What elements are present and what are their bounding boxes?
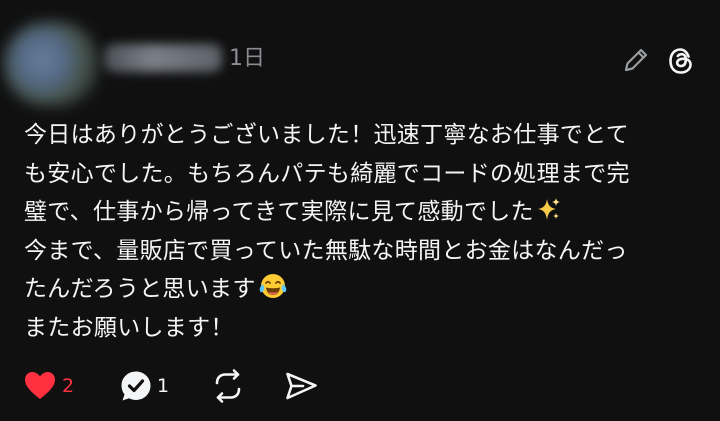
share-icon[interactable] bbox=[281, 366, 321, 406]
post-text-line: たんだろうと思います bbox=[24, 270, 700, 309]
heart-icon[interactable] bbox=[20, 366, 60, 406]
post-text-line: またお願いします！ bbox=[24, 314, 234, 341]
pencil-icon[interactable] bbox=[620, 44, 652, 76]
threads-post: 1日 今日はありがとうございました！迅速丁寧なお仕事でとて も安心でした。もちろ… bbox=[0, 0, 720, 421]
post-text-line: 今まで、量販店で買っていた無駄な時間とお金はなんだっ bbox=[24, 237, 628, 264]
post-timestamp: 1日 bbox=[229, 46, 265, 71]
threads-logo-icon[interactable] bbox=[664, 44, 698, 78]
post-text-line: 璧で、仕事から帰ってきて実際に見て感動でした bbox=[24, 193, 700, 232]
post-text-line: 今日はありがとうございました！迅速丁寧なお仕事でとて bbox=[24, 122, 630, 148]
avatar[interactable] bbox=[4, 22, 100, 106]
post-text-segment: 璧で、仕事から帰ってきて実際に見て感動でした bbox=[24, 199, 534, 225]
reply-bubble-icon[interactable] bbox=[116, 366, 156, 406]
repost-icon[interactable] bbox=[208, 366, 248, 406]
post-actions-bar: 2 1 bbox=[0, 366, 720, 406]
post-body: 今日はありがとうございました！迅速丁寧なお仕事でとて も安心でした。もちろんパテ… bbox=[24, 116, 700, 347]
reply-count[interactable]: 1 bbox=[157, 372, 169, 400]
post-text-segment: たんだろうと思います bbox=[24, 276, 256, 302]
username-blurred[interactable] bbox=[104, 44, 222, 72]
sparkles-icon bbox=[537, 198, 560, 220]
like-count[interactable]: 2 bbox=[62, 372, 74, 400]
post-text-line: も安心でした。もちろんパテも綺麗でコードの処理まで完 bbox=[24, 160, 630, 187]
face-with-tears-of-joy-icon bbox=[259, 274, 286, 298]
